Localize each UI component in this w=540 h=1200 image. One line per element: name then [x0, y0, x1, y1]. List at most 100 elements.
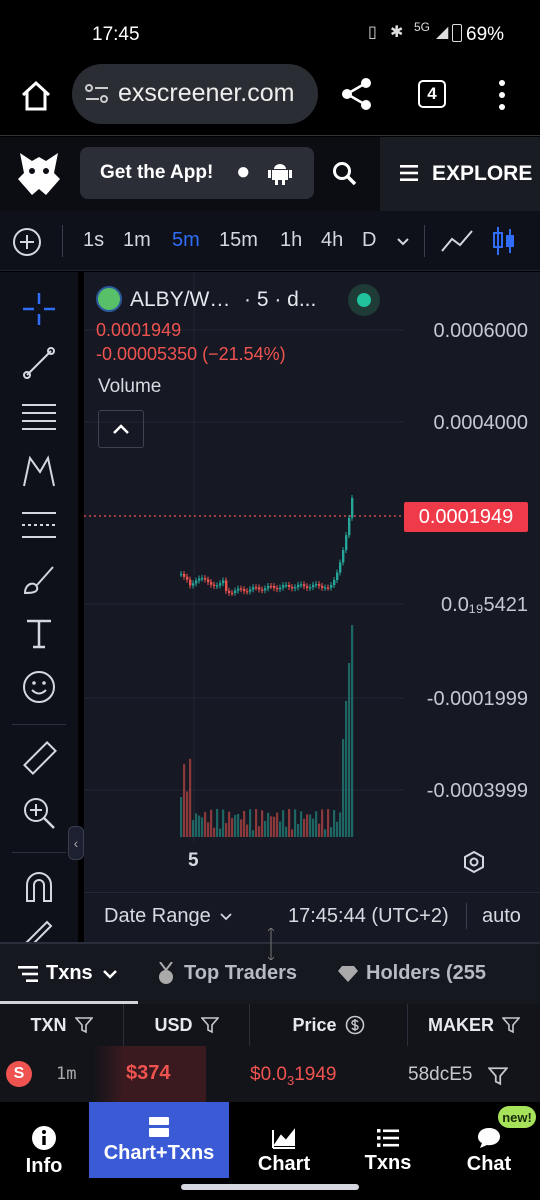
candle [180, 574, 183, 576]
candle [222, 580, 225, 584]
column-price[interactable]: Price [250, 1004, 408, 1046]
volume-bar [213, 827, 216, 837]
tab-holders[interactable]: Holders (255 [336, 944, 540, 1004]
x-axis-label: 5 [188, 850, 199, 871]
chevron-down-icon[interactable] [220, 913, 232, 921]
volume-bar [240, 819, 243, 837]
tab-txns[interactable]: Txns [0, 944, 138, 1004]
y-axis-label: -0.0001999 [426, 688, 528, 710]
filter-icon[interactable] [74, 1016, 93, 1034]
pattern-tool-icon[interactable] [20, 452, 58, 490]
column-usd[interactable]: USD [124, 1004, 250, 1046]
ruler-tool-icon[interactable] [20, 740, 58, 778]
trend-line-tool-icon[interactable] [20, 344, 58, 382]
tab-top-traders-label: Top Traders [184, 962, 297, 984]
chevron-down-icon[interactable] [396, 237, 410, 247]
tab-switcher-button[interactable]: 4 [418, 80, 446, 108]
line-chart-icon[interactable] [440, 227, 474, 255]
url-bar[interactable]: exscreener.com [72, 64, 318, 124]
timeframe-4h[interactable]: 4h [321, 229, 343, 252]
volume-bar [273, 816, 276, 837]
list-icon [377, 1128, 399, 1147]
divider [466, 903, 467, 929]
volume-bar [297, 823, 300, 837]
volume-bar [261, 810, 264, 837]
candle [255, 587, 258, 589]
site-settings-icon[interactable] [84, 82, 110, 106]
candle [273, 586, 276, 589]
pair-name[interactable]: ALBY/W… [130, 288, 230, 312]
chart-settings-icon[interactable] [462, 850, 486, 874]
filter-icon[interactable] [200, 1016, 219, 1034]
timeframe-5m[interactable]: 5m [172, 229, 200, 252]
timeframe-1s[interactable]: 1s [83, 229, 104, 252]
add-indicator-icon[interactable] [12, 227, 42, 257]
candle [339, 562, 342, 573]
timeframe-1m[interactable]: 1m [123, 229, 151, 252]
more-menu-icon[interactable] [496, 78, 508, 112]
magnet-tool-icon[interactable] [20, 868, 58, 906]
txn-maker[interactable]: 58dcE5 [408, 1064, 472, 1086]
volume-bar [309, 814, 312, 837]
get-app-button[interactable]: Get the App! ● [80, 147, 314, 199]
chat-bubble-icon [478, 1127, 500, 1148]
zoom-in-icon[interactable] [20, 794, 58, 832]
nav-info[interactable]: Info [0, 1102, 88, 1200]
chevron-down-icon [103, 970, 117, 979]
candle [312, 584, 315, 588]
brush-tool-icon[interactable] [20, 560, 58, 598]
nav-chart-txns[interactable]: Chart+Txns [89, 1102, 229, 1178]
text-tool-icon[interactable] [20, 614, 58, 652]
timeframe-15m[interactable]: 15m [219, 229, 258, 252]
new-badge: new! [498, 1106, 536, 1128]
timeframe-1h[interactable]: 1h [280, 229, 302, 252]
chart-footer: Date Range 17:45:44 (UTC+2) auto [84, 892, 540, 942]
candle [246, 591, 249, 593]
auto-scale-toggle[interactable]: auto [482, 905, 521, 928]
y-axis-label: 0.0₁₉5421 [441, 594, 528, 616]
candles-icon[interactable] [492, 225, 516, 257]
candle [186, 576, 189, 580]
volume-bar [315, 811, 318, 837]
volume-bar [318, 823, 321, 837]
price-chart[interactable]: ALBY/W… · 5 · d... 0.0001949 -0.00005350… [84, 272, 540, 892]
candle [270, 586, 273, 588]
filter-icon[interactable] [502, 1016, 520, 1034]
pencil-tool-icon[interactable] [20, 918, 58, 942]
fib-retracement-tool-icon[interactable] [20, 398, 58, 436]
filter-icon[interactable] [488, 1066, 508, 1086]
home-icon[interactable] [18, 78, 54, 114]
candle [351, 498, 354, 518]
volume-bar [294, 809, 297, 837]
candle [294, 587, 297, 589]
explore-button[interactable]: EXPLORE [380, 137, 540, 211]
crosshair-tool-icon[interactable] [20, 290, 58, 328]
date-range-button[interactable]: Date Range [104, 905, 211, 928]
txns-table-header: TXN USD Price MAKER [0, 1004, 540, 1046]
candle [219, 583, 222, 586]
y-axis-label: 0.0004000 [433, 412, 528, 434]
column-maker[interactable]: MAKER [408, 1004, 540, 1046]
volume-bar [321, 809, 324, 837]
collapse-legend-button[interactable] [98, 410, 144, 448]
search-icon[interactable] [332, 161, 358, 187]
candle [345, 535, 348, 551]
timeframe-d[interactable]: D [362, 229, 376, 252]
dexscreener-logo-icon[interactable] [16, 149, 62, 197]
nav-chart-txns-label: Chart+Txns [103, 1141, 215, 1164]
prediction-tool-icon[interactable] [20, 506, 58, 544]
share-icon[interactable] [340, 76, 374, 112]
column-txn[interactable]: TXN [0, 1004, 124, 1046]
volume-bar [348, 663, 351, 837]
tab-top-traders[interactable]: Top Traders [150, 944, 320, 1004]
volume-bar [276, 812, 279, 837]
volume-bar [249, 809, 252, 837]
currency-toggle-icon[interactable] [345, 1015, 365, 1035]
collapse-toolbar-button[interactable]: ‹ [68, 826, 84, 860]
column-txn-label: TXN [30, 1014, 67, 1035]
volume-bar [339, 812, 342, 837]
volume-bar [216, 809, 219, 837]
table-row[interactable]: S 1m $374 $0.031949 58dcE5 [0, 1046, 540, 1102]
emoji-tool-icon[interactable] [20, 668, 58, 706]
candle [216, 585, 219, 587]
